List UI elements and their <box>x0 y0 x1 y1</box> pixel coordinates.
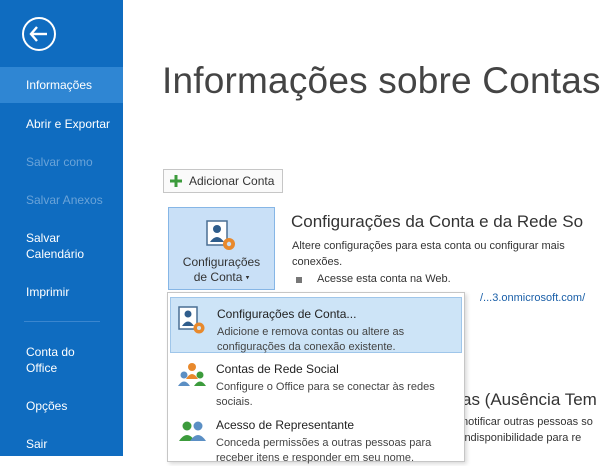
menu-item-title: Configurações de Conta... <box>217 307 357 321</box>
nav-abrir-exportar[interactable]: Abrir e Exportar <box>0 116 123 132</box>
menu-item-title: Contas de Rede Social <box>216 362 339 376</box>
back-arrow-icon <box>22 17 56 51</box>
menu-item-social-network[interactable]: Contas de Rede Social Configure o Office… <box>170 353 462 409</box>
nav-sair[interactable]: Sair <box>0 436 123 452</box>
account-settings-dropdown: Configurações de Conta... Adicione e rem… <box>167 292 465 465</box>
section-description: Altere configurações para esta conta ou … <box>292 240 565 268</box>
automatic-replies-title: as (Ausência Tem <box>462 390 597 409</box>
automatic-replies-desc-2: indisponibilidade para re <box>462 432 582 444</box>
account-settings-button[interactable]: Configurações de Conta ▾ <box>168 207 275 290</box>
nav-imprimir[interactable]: Imprimir <box>0 284 123 300</box>
back-button[interactable] <box>21 16 57 52</box>
nav-salvar-anexos: Salvar Anexos <box>26 193 103 207</box>
account-settings-icon <box>178 306 205 334</box>
page-title: Informações sobre Contas <box>162 60 600 101</box>
account-settings-icon <box>206 220 235 250</box>
automatic-replies-desc-1: notificar outras pessoas so <box>462 416 593 428</box>
menu-item-description: Conceda permissões a outras pessoas para… <box>216 437 432 464</box>
menu-item-delegate-access[interactable]: Acesso de Representante Conceda permissõ… <box>170 409 462 465</box>
account-settings-label: Configurações de Conta ▾ <box>182 255 261 284</box>
plus-icon <box>170 175 182 187</box>
menu-item-account-settings[interactable]: Configurações de Conta... Adicione e rem… <box>170 297 462 353</box>
backstage-sidebar: Informações Abrir e Exportar Salvar como… <box>0 0 123 456</box>
delegate-access-icon <box>179 421 206 441</box>
menu-item-description: Adicione e remova contas ou altere as co… <box>217 326 405 353</box>
nav-informacoes[interactable]: Informações <box>0 67 123 103</box>
sidebar-divider <box>24 321 100 322</box>
menu-item-title: Acesso de Representante <box>216 418 355 432</box>
nav-conta-office[interactable]: Conta do Office <box>0 344 100 376</box>
web-access-link[interactable]: /...3.onmicrosoft.com/ <box>480 292 585 304</box>
section-title: Configurações da Conta e da Rede So <box>291 212 584 231</box>
add-account-button[interactable]: Adicionar Conta <box>163 169 284 193</box>
nav-salvar-calendario[interactable]: Salvar Calendário <box>0 230 100 262</box>
bullet-icon <box>296 277 302 283</box>
nav-opcoes[interactable]: Opções <box>0 398 123 414</box>
menu-item-description: Configure o Office para se conectar às r… <box>216 381 435 408</box>
web-access-text: Acesse esta conta na Web. <box>317 273 451 285</box>
add-account-label: Adicionar Conta <box>189 174 275 188</box>
social-network-icon <box>178 363 206 386</box>
chevron-down-icon: ▾ <box>245 274 250 282</box>
nav-salvar-como: Salvar como <box>26 155 93 169</box>
